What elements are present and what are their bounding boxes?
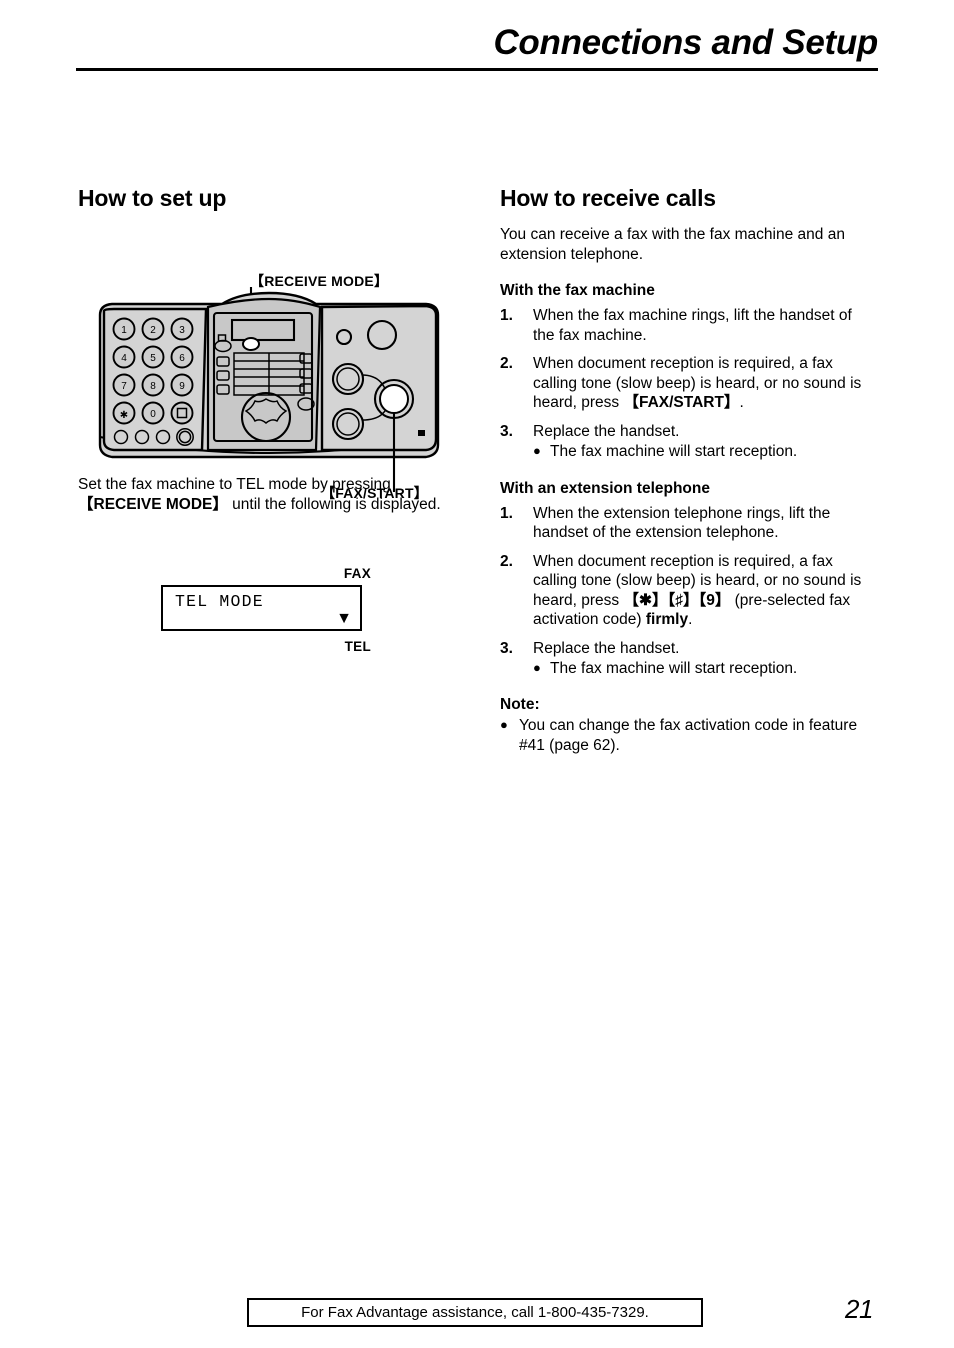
step-number: 1.	[500, 504, 513, 522]
page-header: Connections and Setup	[76, 22, 878, 72]
receive-mode-button	[242, 337, 260, 351]
lcd-display-text: TEL MODE	[175, 592, 264, 611]
svg-text:2: 2	[150, 325, 156, 336]
list-item: ● You can change the fax activation code …	[500, 716, 876, 755]
bullet-dot-icon: ●	[500, 717, 508, 732]
fax-activation-code-key-inline: 【✱】【♯】【9】	[623, 591, 731, 609]
note-list: ● You can change the fax activation code …	[500, 716, 876, 755]
svg-text:8: 8	[150, 381, 156, 392]
step-text-emphasis: firmly	[645, 611, 689, 628]
page-title: Connections and Setup	[493, 23, 878, 62]
svg-text:7: 7	[121, 381, 127, 392]
note-title: Note:	[500, 695, 540, 713]
lcd-display-box: TEL MODE ▼	[161, 585, 362, 631]
fax-machine-illustration: .ln { fill:none; stroke:#000; stroke-wid…	[98, 287, 440, 492]
step-number: 3.	[500, 639, 513, 657]
tel-mode-display-figure: FAX TEL MODE ▼ TEL	[161, 566, 371, 654]
step-sub-bullet-text: The fax machine will start reception.	[550, 443, 798, 460]
extension-telephone-steps: 1. When the extension telephone rings, l…	[500, 504, 876, 679]
svg-text:3: 3	[179, 325, 185, 336]
step-sub-bullet: ● The fax machine will start reception.	[533, 442, 876, 462]
svg-text:9: 9	[179, 381, 185, 392]
right-panel	[320, 304, 438, 452]
with-fax-machine-subheading: With the fax machine	[500, 282, 655, 299]
step-sub-bullet: ● The fax machine will start reception.	[533, 659, 876, 679]
list-item: 2. When document reception is required, a…	[500, 552, 876, 630]
right-column: How to receive calls You can receive a f…	[500, 185, 876, 755]
list-item: 3. Replace the handset. ● The fax machine…	[500, 639, 876, 679]
fax-machine-diagram: 【RECEIVE MODE】 【FAX/START】 .ln { fill:no…	[78, 225, 458, 501]
center-console	[206, 297, 322, 452]
note-section: Note: ● You can change the fax activation…	[500, 695, 876, 756]
note-item-text: You can change the fax activation code i…	[519, 717, 858, 754]
step-text-after: .	[739, 394, 744, 411]
svg-text:1: 1	[121, 325, 127, 336]
list-item: 1. When the extension telephone rings, l…	[500, 504, 876, 543]
bullet-dot-icon: ●	[533, 443, 541, 458]
how-to-receive-calls-heading: How to receive calls	[500, 185, 716, 211]
svg-text:4: 4	[121, 353, 127, 364]
step-number: 3.	[500, 422, 513, 440]
fax-start-key-inline: 【FAX/START】	[623, 394, 740, 411]
fax-machine-steps: 1. When the fax machine rings, lift the …	[500, 306, 876, 462]
lcd-down-arrow-icon: ▼	[336, 610, 352, 627]
how-to-set-up-heading: How to set up	[78, 185, 227, 211]
receive-mode-key-inline: 【RECEIVE MODE】	[78, 495, 228, 513]
step-text: When the extension telephone rings, lift…	[533, 504, 831, 542]
svg-text:0: 0	[150, 409, 156, 420]
panel-corner-icon	[418, 430, 425, 436]
list-item: 3. Replace the handset. ● The fax machine…	[500, 422, 876, 462]
list-item: 1. When the fax machine rings, lift the …	[500, 306, 876, 345]
lcd-tel-label: TEL	[344, 639, 371, 654]
step-number: 1.	[500, 307, 513, 324]
header-divider-rule	[76, 68, 878, 71]
fax-start-button	[379, 384, 409, 414]
step-text-after: .	[688, 611, 693, 628]
svg-text:6: 6	[179, 353, 185, 364]
bullet-dot-icon: ●	[533, 660, 541, 675]
with-extension-telephone-subheading: With an extension telephone	[500, 479, 710, 497]
left-column: How to set up 【RECEIVE MODE】 【FAX/START】…	[78, 185, 458, 654]
step-text: Replace the handset.	[533, 422, 680, 440]
svg-text:✱: ✱	[120, 410, 128, 421]
lcd-fax-label: FAX	[343, 566, 371, 581]
receive-calls-intro: You can receive a fax with the fax machi…	[500, 226, 845, 263]
page-number: 21	[845, 1294, 873, 1324]
fax-advantage-assistance-box: For Fax Advantage assistance, call 1-800…	[247, 1298, 703, 1327]
step-number: 2.	[500, 552, 513, 570]
step-sub-bullet-text: The fax machine will start reception.	[550, 660, 798, 677]
step-number: 2.	[500, 355, 513, 372]
svg-text:5: 5	[150, 353, 156, 364]
assistance-text: For Fax Advantage assistance, call 1-800…	[301, 1304, 649, 1321]
list-item: 2. When document reception is required, a…	[500, 354, 876, 413]
step-text: Replace the handset.	[533, 639, 680, 657]
step-text: When the fax machine rings, lift the han…	[533, 307, 852, 344]
